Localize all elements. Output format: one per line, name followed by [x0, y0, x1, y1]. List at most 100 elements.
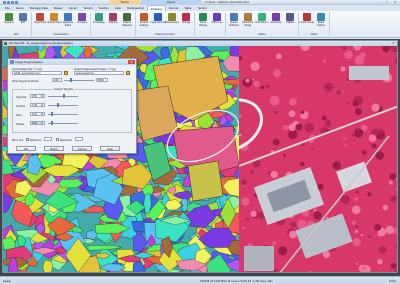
shape-slider-thumb[interactable] [51, 121, 53, 125]
size-slider-thumb[interactable] [51, 112, 53, 116]
ribbon-group-label: Utilities [257, 33, 267, 36]
close-button[interactable]: ✕ [392, 0, 398, 4]
ribbon-group-label: Radar [310, 33, 318, 36]
spectral-spinner[interactable] [42, 94, 45, 98]
geometric-button[interactable]: Geometric [269, 12, 283, 30]
false-color-image [239, 46, 397, 272]
spectral-slider[interactable] [48, 94, 78, 98]
supervised-icon [36, 13, 44, 21]
minimize-button[interactable]: – [376, 0, 382, 4]
merge-icon [244, 13, 252, 21]
knowledge-button[interactable]: Knowledge [92, 12, 106, 30]
ribbon-button-label: Raster Attributes [228, 21, 240, 27]
feature-icon [123, 13, 131, 21]
pansharpen-button[interactable]: Pansharpen [255, 12, 269, 30]
ribbon-button-label: Unsupervised [46, 21, 62, 24]
unsupervised-icon [50, 13, 58, 21]
segment-icon [5, 13, 13, 21]
difference-icon [213, 13, 221, 21]
texture-slider[interactable] [48, 103, 78, 107]
undo-icon[interactable] [11, 1, 14, 4]
ribbon-button-label: Signature Editor [62, 21, 74, 27]
coordinate-readout: 636285.23 19964652.18 meters WGS 84 / UT… [200, 279, 273, 283]
texture-slider-thumb[interactable] [57, 103, 59, 107]
edit-button[interactable]: Edit [16, 12, 30, 30]
merge-button[interactable]: Resolution Merge [241, 12, 255, 30]
output-browse-folder-icon[interactable] [126, 71, 130, 75]
discriminant-icon [168, 13, 176, 21]
interferometry-button[interactable]: Interferometry [300, 12, 314, 30]
minimum-checkbox[interactable] [26, 138, 29, 141]
pixel-slider[interactable] [64, 78, 94, 82]
spectral-button[interactable]: Spectral Analysis [137, 12, 151, 30]
size-field[interactable]: 0.10 [30, 112, 42, 116]
input-browse-folder-icon[interactable] [64, 71, 68, 75]
ribbon-button-label: Pansharpen [255, 21, 269, 24]
signature-button[interactable]: Signature Editor [61, 12, 75, 30]
change-button[interactable]: Change [179, 12, 193, 30]
image-view-titlebar: 2D View #1 : fo_segmented.img (Segmentat… [3, 41, 397, 46]
ribbon-group: Raster Attributes Resolution Merge Panshar… [226, 12, 299, 36]
batch-button[interactable]: Batch [44, 146, 64, 151]
supervised-button[interactable]: Supervised [33, 12, 47, 30]
raster-attr-button[interactable]: Raster Attributes [227, 12, 241, 30]
pixel-min-field[interactable]: 100 [52, 78, 62, 82]
view-icon [4, 42, 7, 45]
segment-button[interactable]: Segment [2, 12, 16, 30]
minimum-field[interactable] [44, 137, 52, 141]
shape-slider[interactable] [48, 121, 78, 125]
app-icon[interactable] [3, 1, 6, 4]
ribbon-button-label: Change [181, 21, 191, 24]
ribbon-group: Supervised Unsupervised Signature Editor Ac… [32, 12, 91, 36]
input-image-field[interactable]: wh45_ecunorthern.img [12, 71, 62, 75]
zoom-level[interactable]: 100% [389, 279, 396, 283]
output-image-field[interactable]: segmented.img [74, 71, 124, 75]
radar-button[interactable]: Radar Toolbox [314, 12, 328, 30]
ok-button[interactable]: OK [16, 146, 36, 151]
shape-spinner[interactable] [42, 121, 45, 125]
utilities-button[interactable]: Utilities [283, 12, 297, 30]
unsupervised-button[interactable]: Unsupervised [47, 12, 61, 30]
spectral-slider-thumb[interactable] [63, 94, 65, 98]
help-button[interactable]: Help [100, 146, 120, 151]
maximum-label: Maximum [60, 138, 73, 142]
accuracy-icon [78, 13, 86, 21]
ribbon-button-label: Geometric [270, 21, 282, 24]
texture-field[interactable]: 0.30 [30, 103, 42, 107]
ribbon: Segment Edit Edit Supervised Unsupervised Sig… [0, 11, 400, 38]
size-slider[interactable] [48, 112, 78, 116]
interferometry-icon [303, 13, 311, 21]
dialog-close-button[interactable]: ✕ [128, 60, 135, 64]
accuracy-button[interactable]: Accuracy [75, 12, 89, 30]
pixel-max-field[interactable]: 8000 [96, 78, 108, 82]
size-spinner[interactable] [42, 112, 45, 116]
ribbon-button-label: Spectral Analysis [139, 21, 149, 27]
spectral-field[interactable]: 0.50 [30, 94, 42, 98]
spectral-icon [140, 13, 148, 21]
signature-icon [64, 13, 72, 21]
edit-icon [19, 13, 27, 21]
ribbon-button-label: Hyperspectral [150, 21, 166, 24]
maximize-button[interactable]: □ [384, 0, 390, 4]
subpixel-button[interactable]: Subpixel [106, 12, 120, 30]
shape-field[interactable]: 0.10 [30, 121, 42, 125]
texture-spinner[interactable] [42, 103, 45, 107]
cancel-button[interactable]: Cancel [72, 146, 92, 151]
pixel-slider-thumb[interactable] [70, 78, 72, 82]
redo-icon[interactable] [15, 1, 18, 4]
feature-button[interactable]: Feature Objective [120, 12, 134, 30]
ribbon-group: Zonal Change Difference [195, 12, 226, 36]
discriminant-button[interactable]: Discriminant [165, 12, 179, 30]
quick-access-toolbar [3, 1, 18, 4]
ribbon-button-label: Subpixel [108, 21, 118, 24]
zonal-button[interactable]: Zonal Change [196, 12, 210, 30]
feature-weights-label: Feature Weights [53, 88, 74, 91]
maximum-checkbox[interactable] [56, 138, 59, 141]
view-close-button[interactable]: ✕ [391, 41, 396, 46]
ribbon-button-label: Utilities [286, 21, 294, 24]
hyper-button[interactable]: Hyperspectral [151, 12, 165, 30]
difference-button[interactable]: Difference [210, 12, 224, 30]
maximum-field[interactable] [75, 137, 83, 141]
spectral-label: Spectral [16, 95, 27, 99]
save-icon[interactable] [7, 1, 10, 4]
